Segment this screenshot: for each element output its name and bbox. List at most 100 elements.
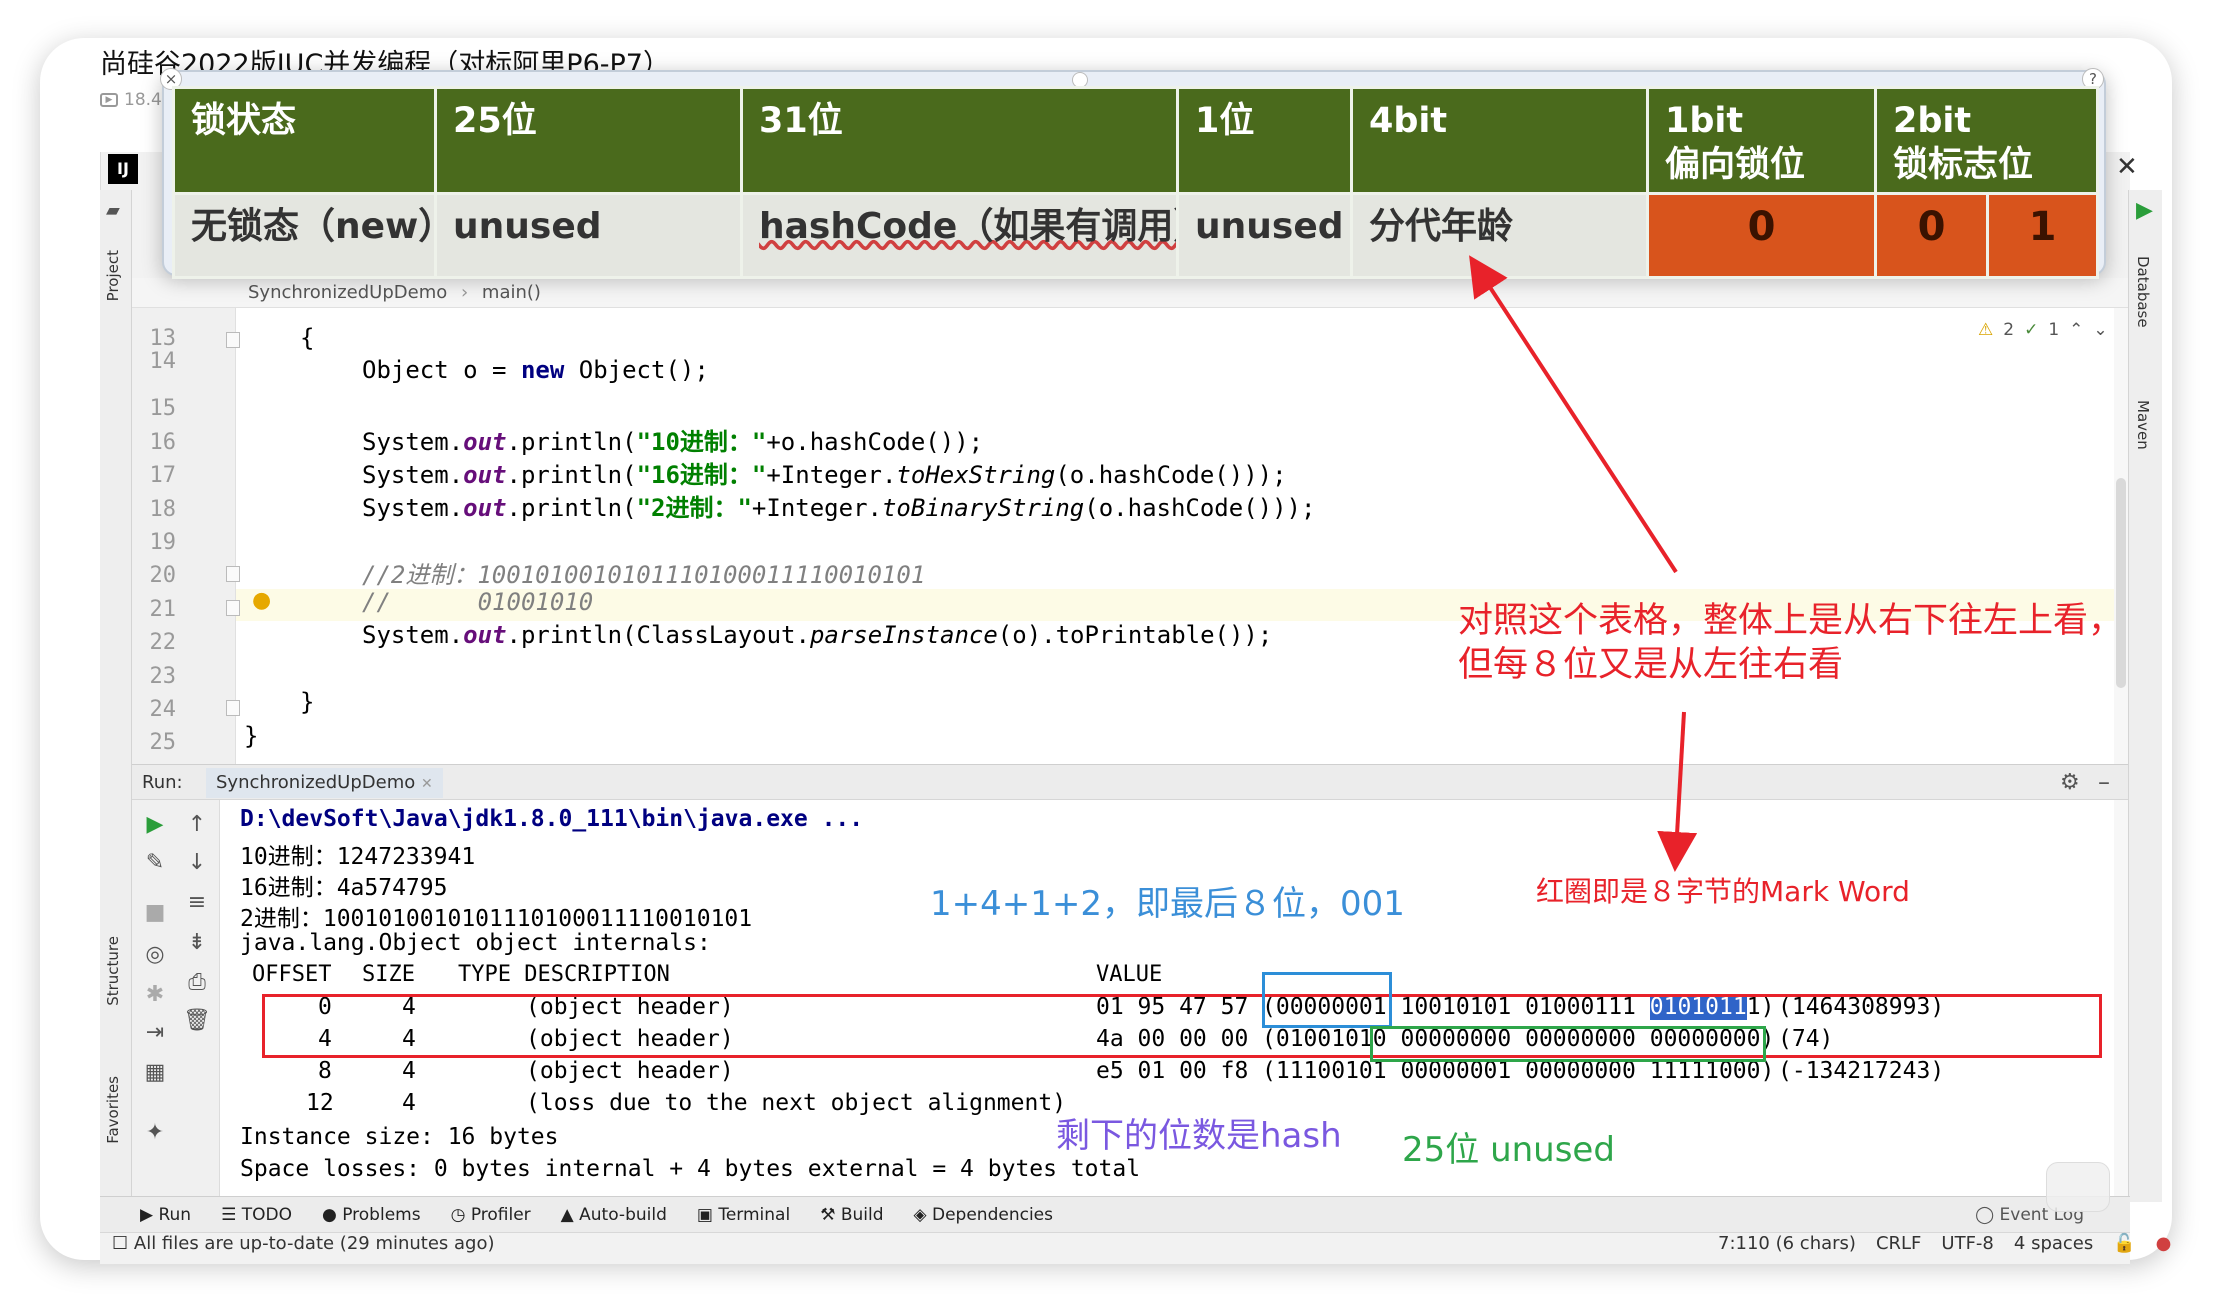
fold-marker-icon[interactable] (226, 600, 240, 616)
breadcrumb-method[interactable]: main() (482, 282, 541, 303)
close-icon[interactable]: ✕ (421, 776, 433, 792)
td-25bit: unused (434, 192, 743, 279)
code-line: System.out.println(ClassLayout.parseInst… (362, 621, 1273, 649)
code-line: System.out.println("2进制："+Integer.toBina… (362, 494, 1316, 522)
project-folder-icon[interactable]: ▰ (106, 200, 120, 221)
col-size: SIZE (362, 962, 415, 987)
inspection-widget[interactable]: ⚠ 2 ✓ 1 ⌃ ⌄ (1978, 320, 2108, 340)
console-scrollbar[interactable] (2114, 800, 2128, 1196)
intellij-logo-icon: IJ (108, 154, 138, 184)
space-losses: Space losses: 0 bytes internal + 4 bytes… (240, 1156, 1141, 1182)
bug-icon[interactable]: ✱ (140, 982, 170, 1007)
td-biased: 0 (1646, 192, 1877, 279)
console-line: 16进制：4a574795 (240, 875, 448, 901)
line-number: 16 (149, 430, 177, 455)
last-8-bits-blue-box (1262, 972, 1392, 1028)
col-offset: OFFSET (252, 962, 332, 987)
code-line: System.out.println("16进制："+Integer.toHex… (362, 461, 1287, 489)
arrow-down-icon[interactable]: ↓ (182, 850, 212, 875)
layout-icon[interactable]: ▦ (140, 1060, 170, 1085)
pin-icon[interactable]: ✦ (140, 1120, 170, 1145)
line-number: 14 (149, 349, 177, 374)
chevron-down-icon[interactable]: ⌄ (2093, 320, 2107, 340)
file-encoding[interactable]: UTF-8 (1941, 1233, 1993, 1254)
wrench-icon[interactable]: ✎ (140, 850, 170, 875)
arrow-up-icon[interactable]: ↑ (182, 812, 212, 837)
run-tab[interactable]: SynchronizedUpDemo ✕ (206, 768, 443, 798)
trash-icon[interactable]: 🗑 (182, 1008, 212, 1033)
line-number: 22 (149, 630, 177, 655)
th-lock-flag: 2bit 锁标志位 (1873, 86, 2100, 195)
line-number: 13 (149, 326, 177, 351)
line-number: 17 (149, 463, 177, 488)
indent-setting[interactable]: 4 spaces (2014, 1233, 2093, 1254)
minimize-icon[interactable]: – (2098, 768, 2110, 796)
th-4bit: 4bit (1350, 86, 1649, 195)
run-label: Run: (142, 772, 183, 793)
gear-icon[interactable]: ⚙ (2060, 770, 2080, 795)
lock-icon[interactable]: 🔓 (2113, 1233, 2135, 1254)
td-flag-1: 0 (1874, 192, 1989, 279)
row-desc: (loss due to the next object alignment) (526, 1090, 1067, 1116)
breadcrumb: SynchronizedUpDemo › main() (132, 278, 2128, 308)
line-number: 19 (149, 530, 177, 555)
tool-tab-build[interactable]: ⚒ Build (820, 1205, 883, 1225)
fold-marker-icon[interactable] (226, 566, 240, 582)
maven-tab[interactable]: Maven (2134, 400, 2152, 450)
left-tool-strip (100, 190, 132, 1202)
tool-window-tabs: ▶ Run ☰ TODO ● Problems ◷ Profiler ▲ Aut… (100, 1196, 2130, 1232)
fold-marker-icon[interactable] (226, 700, 240, 716)
code-comment: // 01001010 (362, 588, 594, 616)
fold-marker-icon[interactable] (226, 332, 240, 348)
code-line: System.out.println("10进制："+o.hashCode())… (362, 428, 984, 456)
tool-tab-profiler[interactable]: ◷ Profiler (451, 1205, 531, 1225)
line-number: 21 (149, 597, 177, 622)
check-icon: ✓ (2024, 320, 2039, 340)
play-count-icon: ▶ (100, 93, 118, 107)
status-text: All files are up-to-date (29 minutes ago… (133, 1233, 495, 1254)
structure-tab[interactable]: Structure (104, 936, 122, 1006)
camera-icon[interactable]: ◎ (140, 942, 170, 967)
status-square-icon[interactable]: ☐ (112, 1233, 128, 1254)
editor-scrollbar-thumb[interactable] (2116, 478, 2126, 688)
favorites-tab[interactable]: Favorites (104, 1076, 122, 1144)
tool-tab-run[interactable]: ▶ Run (140, 1205, 191, 1225)
console-line: 2进制：1001010010101110100011110010101 (240, 906, 753, 932)
chevron-up-icon[interactable]: ⌃ (2069, 320, 2083, 340)
annotation-hash-remaining: 剩下的位数是hash (1056, 1116, 1342, 1156)
tool-tab-todo[interactable]: ☰ TODO (221, 1205, 292, 1225)
line-separator[interactable]: CRLF (1876, 1233, 1921, 1254)
project-tab[interactable]: Project (104, 250, 122, 301)
lightbulb-icon[interactable]: ● (252, 588, 271, 613)
th-lock-state: 锁状态 (172, 86, 437, 195)
tool-tab-dependencies[interactable]: ◈ Dependencies (914, 1205, 1053, 1225)
scroll-to-end-icon[interactable]: ⇟ (182, 930, 212, 955)
th-25bit: 25位 (434, 86, 743, 195)
col-value: VALUE (1096, 962, 1163, 987)
line-number: 23 (149, 664, 177, 689)
mark-word-red-box (262, 994, 2102, 1058)
tool-tab-auto-build[interactable]: ▲ Auto-build (561, 1205, 667, 1225)
row-offset: 12 (306, 1090, 334, 1116)
row-desc: (object header) (526, 1058, 734, 1084)
caret-position[interactable]: 7:110 (6 chars) (1718, 1233, 1856, 1254)
code-line: Object o = new Object(); (362, 356, 709, 384)
notifications-icon[interactable]: ● (2156, 1233, 2172, 1254)
rerun-icon[interactable]: ▶ (140, 812, 170, 837)
print-icon[interactable]: ⎙ (182, 970, 212, 995)
breadcrumb-class[interactable]: SynchronizedUpDemo (248, 282, 447, 303)
td-state: 无锁态（new） (172, 192, 437, 279)
close-icon[interactable]: ✕ (2116, 152, 2138, 182)
line-number: 25 (149, 730, 177, 755)
run-arrow-icon[interactable]: ▶ (2136, 198, 2153, 223)
td-1bit: unused (1176, 192, 1353, 279)
row-size: 4 (402, 1090, 416, 1116)
stop-icon[interactable]: ■ (140, 900, 170, 925)
soft-wrap-icon[interactable]: ≡ (182, 890, 212, 915)
tool-tab-terminal[interactable]: ▣ Terminal (697, 1205, 790, 1225)
tool-tab-problems[interactable]: ● Problems (322, 1205, 421, 1225)
line-number: 18 (149, 497, 177, 522)
video-play-overlay-icon[interactable] (2046, 1162, 2110, 1212)
exit-icon[interactable]: ⇥ (140, 1020, 170, 1045)
database-tab[interactable]: Database (2134, 256, 2152, 328)
